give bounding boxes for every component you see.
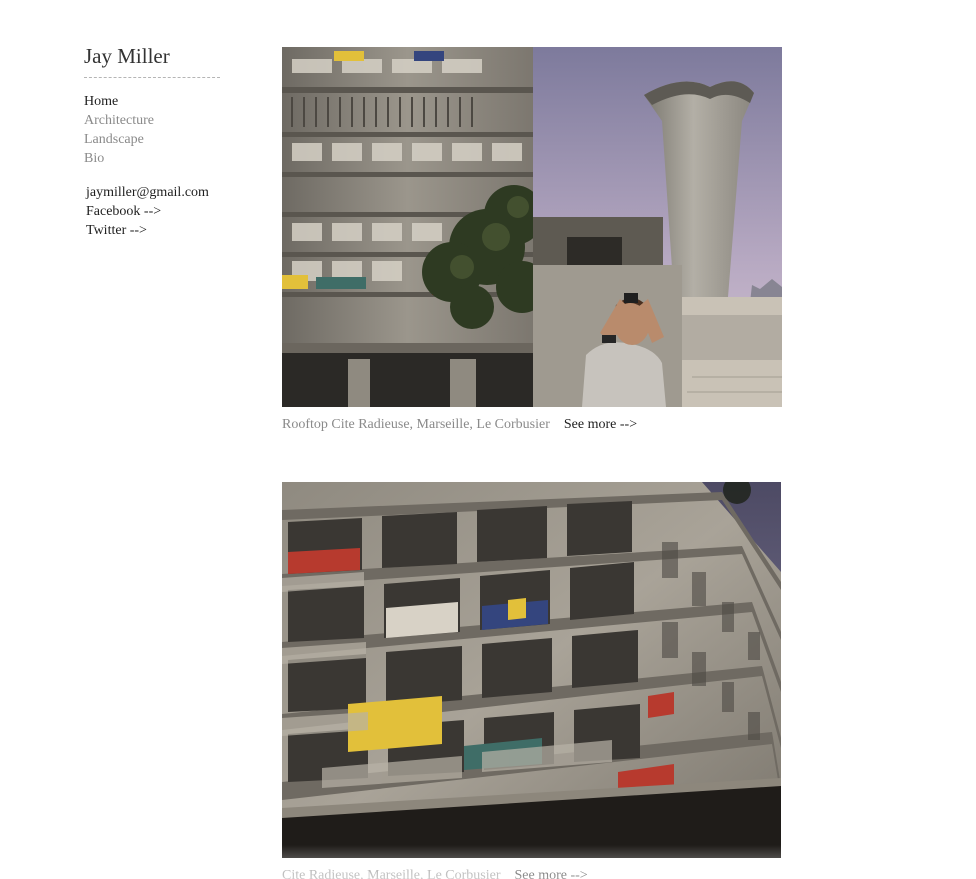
nav-item-architecture[interactable]: Architecture	[84, 111, 224, 130]
post-facade: Cite Radieuse, Marseille, Le Corbusier Se…	[282, 482, 781, 879]
post-photo-rooftop[interactable]	[282, 47, 782, 407]
nav-item-landscape[interactable]: Landscape	[84, 130, 224, 149]
see-more-link[interactable]: See more -->	[564, 417, 637, 432]
contact-links: jaymiller@gmail.com Facebook --> Twitter…	[84, 183, 224, 240]
email-link[interactable]: jaymiller@gmail.com	[86, 183, 224, 202]
site-title[interactable]: Jay Miller	[84, 43, 224, 69]
main-nav: Home Architecture Landscape Bio	[84, 92, 224, 168]
nav-item-home[interactable]: Home	[84, 92, 224, 111]
nav-item-bio[interactable]: Bio	[84, 149, 224, 168]
facade-photo-illustration	[282, 482, 781, 858]
sidebar: Jay Miller Home Architecture Landscape B…	[84, 43, 224, 240]
see-more-link[interactable]: See more -->	[515, 868, 588, 879]
rooftop-photo-illustration	[282, 47, 782, 407]
post-rooftop: Rooftop Cite Radieuse, Marseille, Le Cor…	[282, 47, 782, 434]
title-divider	[84, 77, 220, 78]
caption-text: Cite Radieuse, Marseille, Le Corbusier	[282, 868, 501, 879]
post-caption: Rooftop Cite Radieuse, Marseille, Le Cor…	[282, 416, 782, 434]
facebook-link[interactable]: Facebook -->	[86, 202, 224, 221]
twitter-link[interactable]: Twitter -->	[86, 221, 224, 240]
post-photo-facade[interactable]	[282, 482, 781, 858]
post-caption: Cite Radieuse, Marseille, Le Corbusier Se…	[282, 867, 781, 879]
caption-text: Rooftop Cite Radieuse, Marseille, Le Cor…	[282, 417, 550, 432]
